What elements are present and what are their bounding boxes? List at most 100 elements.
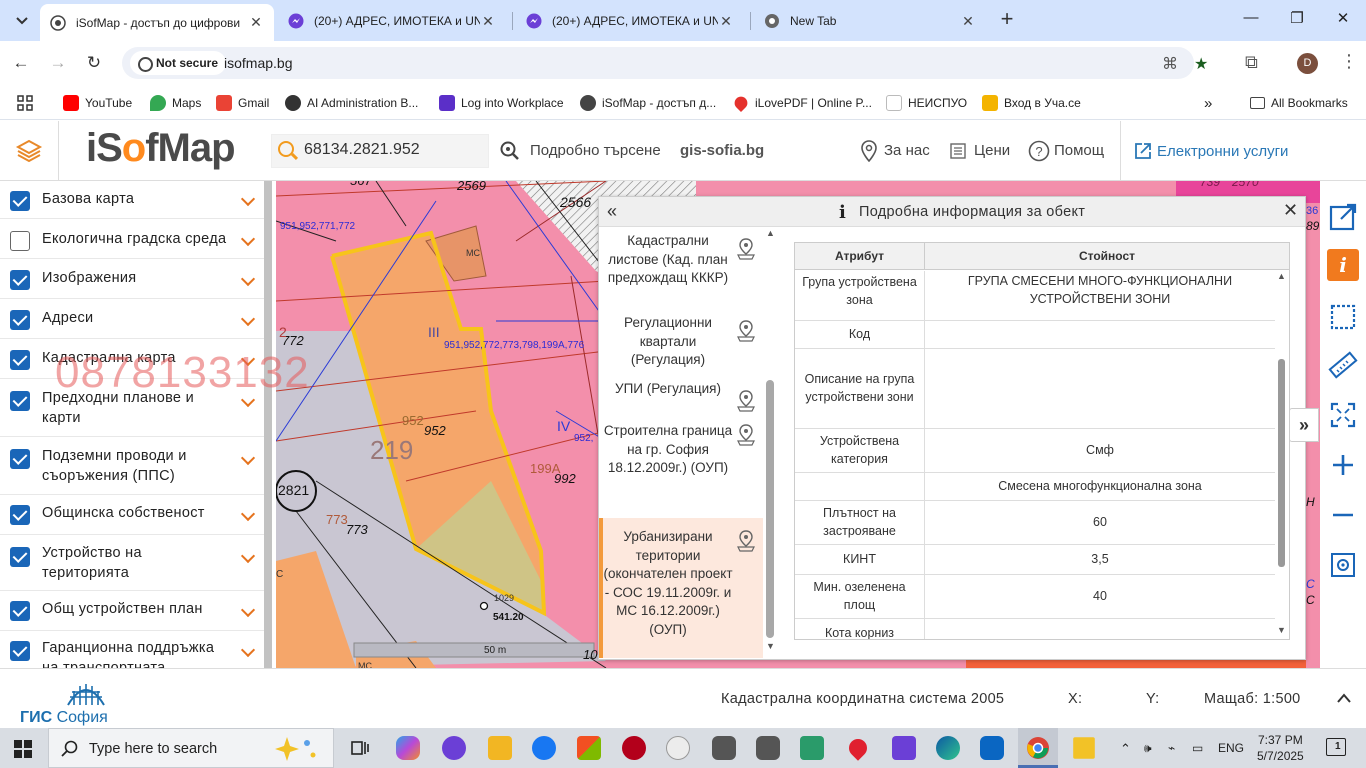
volume-icon[interactable]: 🕪 [1144,741,1152,756]
bookmark-star-icon[interactable]: ★ [1194,54,1208,74]
tab-imoteka-1[interactable]: (20+) АДРЕС, ИМОТЕКА и UNI ✕ [278,5,506,37]
viber-icon[interactable] [442,736,466,760]
layer-checkbox[interactable] [10,641,30,661]
notification-center-icon[interactable]: 1 [1326,738,1346,756]
security-chip[interactable]: Not secure [130,51,227,75]
more-menu-icon[interactable]: ⋮ [1340,51,1358,72]
scroll-up-icon[interactable]: ▲ [766,228,775,238]
messenger-app-icon[interactable] [892,736,916,760]
layer-checkbox[interactable] [10,350,30,370]
layer-territory[interactable]: Устройство на територията [0,535,264,591]
popup-list-scrollbar[interactable]: ▲ ▼ [765,228,775,658]
bookmark-ilovepdf[interactable]: iLovePDF | Online P... [731,93,872,113]
network-icon[interactable]: ⌁ [1168,741,1175,755]
close-tab-icon[interactable]: ✕ [248,14,264,31]
open-external-button[interactable] [1327,201,1359,233]
close-popup-icon[interactable]: ✕ [1283,200,1298,221]
bookmark-youtube[interactable]: YouTube [63,93,132,113]
search-input[interactable] [304,141,484,159]
layer-checkbox[interactable] [10,231,30,251]
layers-scrollbar[interactable] [264,181,272,668]
omnibox[interactable]: Not secure isofmap.bg ⌘ ★ [122,47,1208,79]
scrollbar-thumb[interactable] [1278,359,1285,567]
locate-pin-icon[interactable] [736,390,756,412]
collapse-list-icon[interactable]: « [607,201,617,222]
scroll-down-icon[interactable]: ▼ [766,641,775,651]
store-icon[interactable] [577,736,601,760]
full-extent-button[interactable] [1327,399,1359,431]
layer-addresses[interactable]: Адреси [0,299,264,339]
battery-icon[interactable]: ▭ [1192,741,1203,755]
table-scrollbar[interactable]: ▲ ▼ [1275,271,1289,639]
chevron-down-icon[interactable] [240,192,256,208]
layer-general-plan[interactable]: Общ устройствен план [0,591,264,631]
app-bg-2-icon[interactable] [756,736,780,760]
select-area-button[interactable] [1327,301,1359,333]
back-button[interactable]: ← [10,53,32,73]
layer-checkbox[interactable] [10,391,30,411]
close-tab-icon[interactable]: ✕ [480,13,496,30]
forward-button[interactable]: → [47,53,69,73]
list-item-cadastral-sheets[interactable]: Кадастрални листове (Кад. план предхожда… [599,232,763,306]
chevron-down-icon[interactable] [240,272,256,288]
bookmark-gmail[interactable]: Gmail [216,93,269,113]
list-item-regulation-quarters[interactable]: Регулационни квартали (Регулация) [599,314,763,372]
close-window-button[interactable]: ✕ [1328,9,1358,27]
reload-button[interactable]: ↻ [83,53,105,73]
chevron-down-icon[interactable] [240,643,256,659]
bookmark-uchase[interactable]: Вход в Уча.се [982,93,1081,113]
bookmark-maps[interactable]: Maps [150,93,201,113]
layer-checkbox[interactable] [10,270,30,290]
zoom-in-button[interactable] [1327,449,1359,481]
copilot-icon[interactable] [396,736,420,760]
search-icon[interactable] [278,141,294,157]
app-grey-icon[interactable] [666,736,690,760]
locate-pin-icon[interactable] [736,424,756,446]
app-green-icon[interactable] [800,736,824,760]
scale-selector[interactable]: Мащаб: 1:500 [1204,691,1301,707]
list-item-building-boundary[interactable]: Строителна граница на гр. София 18.12.20… [599,422,763,514]
layer-municipal[interactable]: Общинска собственост [0,495,264,535]
taskbar-clock[interactable]: 7:37 PM 5/7/2025 [1257,732,1304,764]
chevron-down-icon[interactable] [240,232,256,248]
layers-toggle-button[interactable] [0,121,59,181]
layer-images[interactable]: Изображения [0,259,264,299]
app-bg-1-icon[interactable] [712,736,736,760]
gis-sofia-link[interactable]: gis-sofia.bg [680,142,764,159]
layer-checkbox[interactable] [10,310,30,330]
restore-button[interactable]: ❐ [1282,9,1312,27]
layer-checkbox[interactable] [10,601,30,621]
layer-base-map[interactable]: Базова карта [0,181,264,219]
measure-button[interactable] [1327,349,1359,381]
layer-underground[interactable]: Подземни проводи и съоръжения (ППС) [0,437,264,495]
close-tab-icon[interactable]: ✕ [718,13,734,30]
scroll-up-icon[interactable]: ▲ [1277,271,1286,281]
layer-checkbox[interactable] [10,505,30,525]
weather-icon[interactable] [1073,737,1095,759]
locate-me-button[interactable] [1327,549,1359,581]
facebook-icon[interactable] [532,736,556,760]
advanced-search-link[interactable]: Подробно търсене [530,142,661,159]
chevron-down-icon[interactable] [240,312,256,328]
bookmark-neispuo[interactable]: НЕИСПУО [886,93,967,113]
layer-checkbox[interactable] [10,191,30,211]
layer-transport[interactable]: Гаранционна поддръжка на транспортната [0,631,264,668]
chevron-down-icon[interactable] [240,603,256,619]
locate-pin-icon[interactable] [736,238,756,260]
layer-checkbox[interactable] [10,547,30,567]
task-view-icon[interactable] [348,736,372,760]
edge-icon[interactable] [936,736,960,760]
gis-sofia-logo[interactable]: ГИС София [20,709,108,727]
bing-icon[interactable] [980,736,1004,760]
chevron-up-icon[interactable] [1336,691,1352,705]
ilovepdf-taskbar-icon[interactable] [845,735,871,761]
scrollbar-thumb[interactable] [264,181,272,668]
bookmark-ai-admin[interactable]: AI Administration B... [285,93,418,113]
collapse-toolbar-button[interactable]: » [1289,408,1319,442]
windows-start-icon[interactable] [14,740,32,758]
tab-new-tab[interactable]: New Tab ✕ [754,5,986,37]
info-tool-button[interactable]: i [1327,249,1359,281]
taskbar-search[interactable]: Type here to search [48,728,334,768]
translate-icon[interactable]: ⌘ [1162,54,1178,74]
zoom-search-icon[interactable] [500,141,520,161]
